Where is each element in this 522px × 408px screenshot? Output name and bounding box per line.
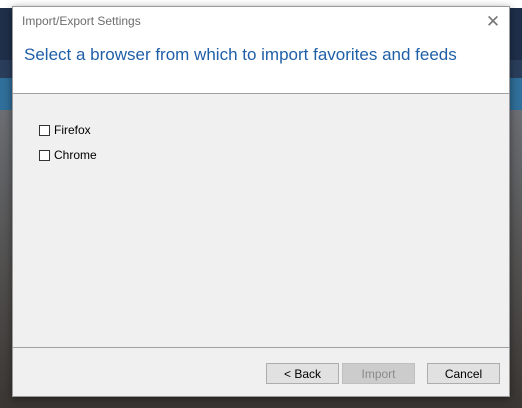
cancel-button[interactable]: Cancel [427, 363, 500, 384]
close-button[interactable]: ✕ [477, 7, 509, 36]
firefox-label: Firefox [54, 123, 91, 137]
firefox-checkbox[interactable] [39, 124, 50, 136]
import-export-dialog: Import/Export Settings ✕ Select a browse… [12, 6, 510, 397]
browser-list: Firefox Chrome [13, 94, 509, 347]
option-firefox[interactable]: Firefox [39, 123, 91, 137]
chrome-label: Chrome [54, 148, 97, 162]
option-chrome[interactable]: Chrome [39, 148, 97, 162]
page-heading: Select a browser from which to import fa… [24, 45, 457, 64]
window-title: Import/Export Settings [22, 14, 141, 28]
back-button[interactable]: < Back [266, 363, 339, 384]
import-button[interactable]: Import [342, 363, 415, 384]
chrome-checkbox[interactable] [39, 149, 50, 161]
close-icon: ✕ [485, 12, 501, 31]
dialog-header: Select a browser from which to import fa… [13, 36, 509, 94]
footer-divider [13, 347, 509, 348]
title-bar[interactable]: Import/Export Settings ✕ [13, 7, 509, 36]
